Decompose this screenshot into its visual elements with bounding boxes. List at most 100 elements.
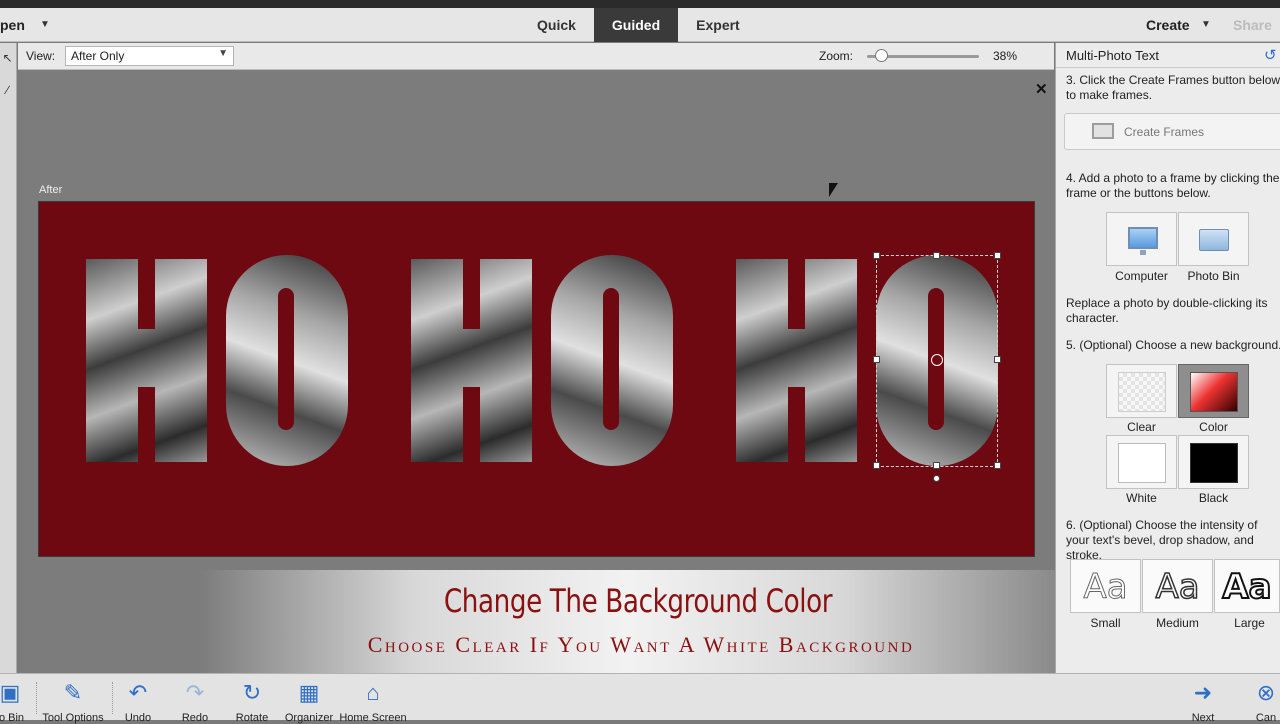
- letter-hole: [278, 288, 294, 430]
- step-3-text: 3. Click the Create Frames button below …: [1066, 73, 1280, 102]
- chevron-down-icon[interactable]: ▼: [40, 19, 50, 30]
- black-swatch: [1190, 443, 1238, 483]
- color-swatch: [1190, 372, 1238, 412]
- cancel-button[interactable]: ⊗ Can: [1252, 674, 1280, 721]
- tutorial-banner: Change The Background Color Choose Clear…: [200, 570, 1055, 673]
- window-top-strip: [0, 0, 1280, 8]
- next-button[interactable]: ➜ Next: [1183, 674, 1223, 724]
- open-menu[interactable]: pen: [0, 17, 25, 33]
- guided-panel: Multi-Photo Text ↺ 3. Click the Create F…: [1055, 43, 1280, 673]
- bottom-taskbar: ▣ to Bin ✎ Tool Options ↶ Undo ↷ Redo ↻ …: [0, 673, 1280, 724]
- rotate-button[interactable]: ↻ Rotate: [230, 674, 274, 724]
- undo-icon: ↶: [128, 680, 148, 705]
- tab-guided[interactable]: Guided: [593, 8, 679, 42]
- letter-gap: [138, 387, 155, 462]
- share-menu[interactable]: Share: [1233, 17, 1272, 33]
- banner-subtitle: Choose Clear If You Want A White Backgro…: [367, 632, 915, 657]
- tool-options-button[interactable]: ✎ Tool Options: [38, 674, 108, 724]
- resize-handle[interactable]: [933, 462, 940, 469]
- organizer-button[interactable]: ▦ Organizer: [282, 674, 336, 724]
- photo-bin-button[interactable]: [1178, 212, 1249, 266]
- view-select-value: After Only: [71, 49, 125, 63]
- background-color-button[interactable]: [1178, 364, 1249, 418]
- after-label: After: [39, 184, 63, 196]
- clear-swatch: [1118, 372, 1166, 412]
- reference-point-icon[interactable]: [931, 354, 943, 366]
- home-icon: ⌂: [366, 680, 380, 705]
- black-label: Black: [1198, 491, 1229, 505]
- resize-handle[interactable]: [873, 462, 880, 469]
- reset-icon[interactable]: ↺: [1264, 46, 1277, 64]
- panel-title: Multi-Photo Text: [1066, 48, 1159, 63]
- redo-label: Redo: [181, 712, 209, 724]
- letter-frame-h[interactable]: [86, 259, 207, 462]
- create-frames-button[interactable]: Create Frames: [1064, 113, 1280, 150]
- cancel-icon: ⊗: [1256, 680, 1276, 705]
- resize-handle[interactable]: [994, 462, 1001, 469]
- clear-label: Clear: [1127, 420, 1156, 434]
- next-label: Next: [1191, 712, 1215, 724]
- medium-label: Medium: [1156, 616, 1199, 630]
- resize-handle[interactable]: [873, 252, 880, 259]
- close-icon[interactable]: ✕: [1035, 80, 1048, 98]
- zoom-slider-thumb[interactable]: [875, 49, 888, 62]
- frame-icon: [1092, 123, 1114, 139]
- view-select[interactable]: After Only ▼: [65, 46, 234, 66]
- photo-bin-label: to Bin: [0, 712, 25, 724]
- step-5-text: 5. (Optional) Choose a new background.: [1066, 338, 1280, 352]
- undo-label: Undo: [124, 712, 152, 724]
- divider: [36, 682, 37, 714]
- background-white-button[interactable]: [1106, 435, 1177, 489]
- background-black-button[interactable]: [1178, 435, 1249, 489]
- photo-bin-label: Photo Bin: [1187, 269, 1240, 283]
- computer-label: Computer: [1115, 269, 1168, 283]
- intensity-medium-button[interactable]: Aa: [1142, 559, 1213, 613]
- undo-button[interactable]: ↶ Undo: [118, 674, 158, 724]
- resize-handle[interactable]: [994, 252, 1001, 259]
- mouse-cursor-icon: [829, 183, 838, 197]
- letter-frame-h[interactable]: [736, 259, 857, 462]
- intensity-large-button[interactable]: Aa: [1214, 559, 1280, 613]
- step-4-text: 4. Add a photo to a frame by clicking th…: [1066, 171, 1280, 200]
- menu-bar: pen ▼ Quick Guided Expert Create ▼ Share: [0, 8, 1280, 42]
- banner-title: Change The Background Color: [443, 582, 833, 620]
- rotate-icon: ↻: [242, 680, 262, 705]
- home-screen-label: Home Screen: [339, 712, 407, 724]
- chevron-down-icon: ▼: [218, 48, 228, 59]
- color-label: Color: [1199, 420, 1228, 434]
- multi-photo-text-canvas[interactable]: [38, 201, 1035, 557]
- large-label: Large: [1234, 616, 1265, 630]
- resize-handle[interactable]: [873, 356, 880, 363]
- panel-header: Multi-Photo Text ↺: [1056, 43, 1280, 68]
- home-screen-button[interactable]: ⌂ Home Screen: [338, 674, 408, 724]
- letter-frame-o[interactable]: [551, 255, 673, 466]
- white-label: White: [1126, 491, 1157, 505]
- brush-tool-icon[interactable]: ∕: [0, 83, 15, 111]
- photo-bin-toggle-button[interactable]: ▣ to Bin: [0, 674, 32, 724]
- white-swatch: [1118, 443, 1166, 483]
- create-menu[interactable]: Create: [1146, 17, 1190, 33]
- letter-frame-o[interactable]: [226, 255, 348, 466]
- create-frames-label: Create Frames: [1124, 125, 1205, 139]
- computer-button[interactable]: [1106, 212, 1177, 266]
- redo-button[interactable]: ↷ Redo: [175, 674, 215, 724]
- background-clear-button[interactable]: [1106, 364, 1177, 418]
- tab-expert[interactable]: Expert: [678, 8, 758, 42]
- chevron-down-icon[interactable]: ▼: [1201, 19, 1211, 30]
- resize-handle[interactable]: [933, 252, 940, 259]
- organizer-label: Organizer: [284, 712, 334, 724]
- small-label: Small: [1090, 616, 1121, 630]
- tab-quick[interactable]: Quick: [519, 8, 594, 42]
- step-6-text: 6. (Optional) Choose the intensity of yo…: [1066, 518, 1258, 562]
- rotate-handle[interactable]: [933, 475, 940, 482]
- view-label: View:: [26, 49, 56, 63]
- letter-gap: [463, 387, 480, 462]
- letter-frame-h[interactable]: [411, 259, 532, 462]
- intensity-small-button[interactable]: Aa: [1070, 559, 1141, 613]
- arrow-right-icon: ➜: [1193, 680, 1213, 705]
- resize-handle[interactable]: [994, 356, 1001, 363]
- computer-icon: [1128, 227, 1158, 249]
- view-options-bar: View: After Only ▼ Zoom: 38%: [18, 43, 1054, 70]
- photo-bin-icon: ▣: [0, 680, 21, 705]
- move-tool-icon[interactable]: ↖: [0, 51, 15, 79]
